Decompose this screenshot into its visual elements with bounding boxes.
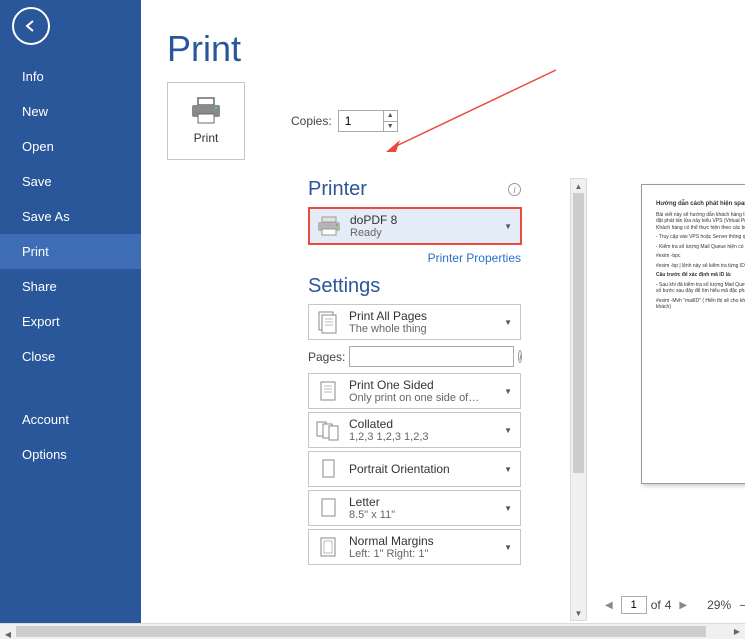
printer-device-icon (316, 213, 342, 239)
back-button[interactable] (12, 7, 50, 45)
setting-orientation[interactable]: Portrait Orientation ▼ (308, 451, 521, 487)
scroll-thumb[interactable] (573, 193, 584, 473)
main-panel: Print Print Copies: 1 ▲ ▼ (141, 0, 745, 623)
chevron-down-icon: ▼ (502, 222, 514, 231)
setting-sides[interactable]: Print One Sided Only print on one side o… (308, 373, 521, 409)
printer-properties-link[interactable]: Printer Properties (428, 251, 521, 265)
scroll-up[interactable]: ▲ (571, 179, 586, 193)
page-title: Print (167, 28, 745, 70)
nav-close[interactable]: Close (0, 339, 141, 374)
chevron-down-icon: ▼ (502, 318, 514, 327)
all-pages-icon (315, 309, 341, 335)
one-sided-icon (315, 378, 341, 404)
print-button[interactable]: Print (167, 82, 245, 160)
zoom-percent: 29% (707, 598, 731, 612)
nav-share[interactable]: Share (0, 269, 141, 304)
nav-new[interactable]: New (0, 94, 141, 129)
settings-scrollbar[interactable]: ▲ ▼ (570, 178, 587, 621)
nav-save[interactable]: Save (0, 164, 141, 199)
chevron-down-icon: ▼ (502, 426, 514, 435)
total-pages: 4 (665, 598, 672, 612)
copies-up[interactable]: ▲ (383, 111, 397, 122)
page-of-label: of (651, 598, 661, 612)
portrait-icon (315, 456, 341, 482)
prev-page-button[interactable]: ◀ (601, 598, 617, 613)
horizontal-scrollbar[interactable]: ◀ ▶ (0, 623, 745, 639)
copies-value: 1 (345, 114, 352, 128)
setting-print-range[interactable]: Print All Pages The whole thing ▼ (308, 304, 521, 340)
chevron-down-icon: ▼ (502, 543, 514, 552)
scroll-left[interactable]: ◀ (0, 627, 16, 642)
chevron-down-icon: ▼ (502, 387, 514, 396)
nav-open[interactable]: Open (0, 129, 141, 164)
preview-status-bar: ◀ of 4 ▶ 29% − + ⤢ (601, 593, 741, 617)
printer-icon (189, 97, 223, 125)
printer-info-icon[interactable]: i (508, 183, 521, 196)
nav-print[interactable]: Print (0, 234, 141, 269)
nav-export[interactable]: Export (0, 304, 141, 339)
pages-input[interactable] (349, 346, 514, 367)
nav-account[interactable]: Account (0, 402, 141, 437)
setting-margins[interactable]: Normal Margins Left: 1" Right: 1" ▼ (308, 529, 521, 565)
pages-label: Pages: (308, 350, 345, 364)
zoom-out-button[interactable]: − (735, 597, 745, 613)
copies-spinner[interactable]: 1 ▲ ▼ (338, 110, 398, 132)
nav: Info New Open Save Save As Print Share E… (0, 59, 141, 472)
setting-collation[interactable]: Collated 1,2,3 1,2,3 1,2,3 ▼ (308, 412, 521, 448)
page-number-input[interactable] (621, 596, 647, 614)
copies-label: Copies: (291, 114, 332, 128)
scroll-right[interactable]: ▶ (729, 624, 745, 639)
nav-options[interactable]: Options (0, 437, 141, 472)
nav-info[interactable]: Info (0, 59, 141, 94)
printer-selector[interactable]: doPDF 8 Ready ▼ (308, 207, 522, 245)
next-page-button[interactable]: ▶ (675, 598, 691, 613)
print-preview: Hướng dẫn cách phát hiện spam mail với E… (601, 170, 745, 591)
collated-icon (315, 417, 341, 443)
letter-icon (315, 495, 341, 521)
print-button-label: Print (194, 131, 219, 145)
settings-heading: Settings (308, 275, 568, 298)
printer-name: doPDF 8 (350, 213, 494, 227)
setting-paper-size[interactable]: Letter 8.5" x 11" ▼ (308, 490, 521, 526)
printer-heading: Printer (308, 178, 367, 201)
backstage-sidebar: Info New Open Save Save As Print Share E… (0, 0, 141, 623)
margins-icon (315, 534, 341, 560)
hscroll-thumb[interactable] (16, 626, 706, 637)
preview-page: Hướng dẫn cách phát hiện spam mail với E… (641, 184, 745, 484)
chevron-down-icon: ▼ (502, 465, 514, 474)
pages-info-icon[interactable]: i (518, 350, 522, 363)
nav-save-as[interactable]: Save As (0, 199, 141, 234)
printer-status: Ready (350, 227, 494, 239)
copies-down[interactable]: ▼ (383, 122, 397, 132)
chevron-down-icon: ▼ (502, 504, 514, 513)
scroll-down[interactable]: ▼ (571, 606, 586, 620)
